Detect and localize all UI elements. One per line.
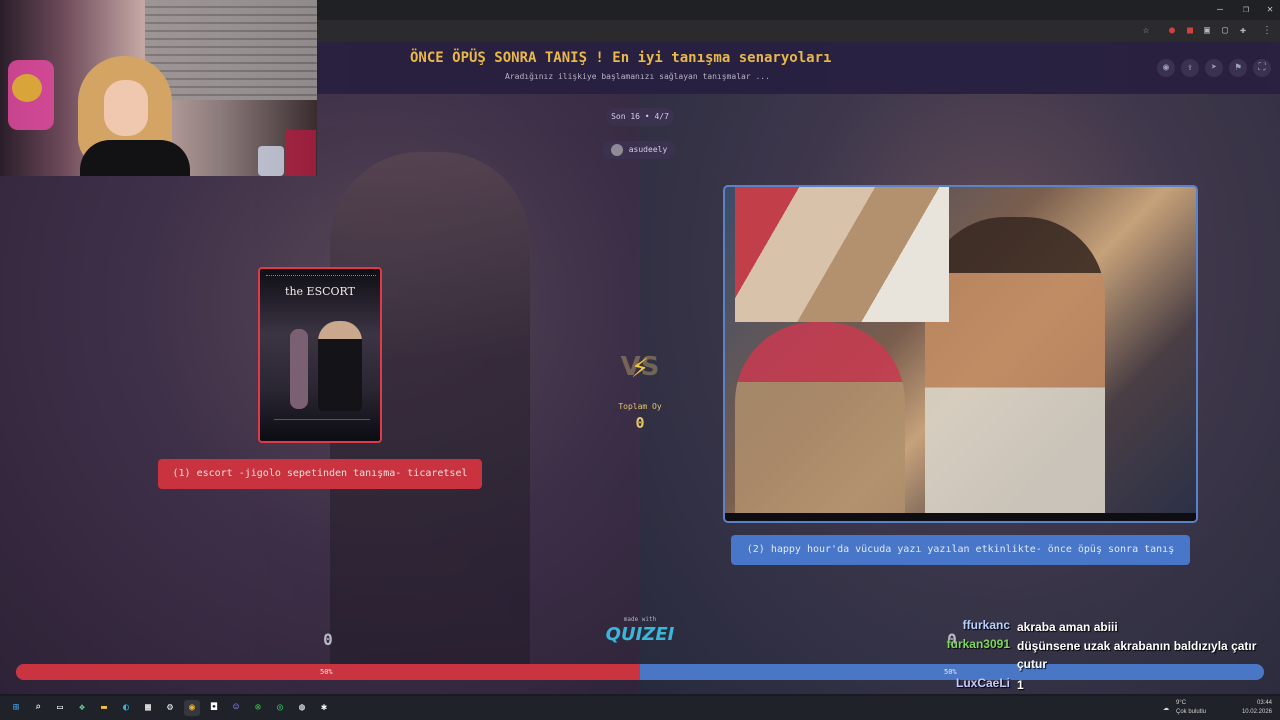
round-indicator: Son 16 • 4/7 <box>606 108 674 126</box>
chrome-icon[interactable]: ◉ <box>184 700 200 716</box>
discord-icon[interactable]: ☺ <box>228 700 244 716</box>
fullscreen-icon[interactable]: ⛶ <box>1253 59 1271 77</box>
extension-icon[interactable]: ■ <box>1183 24 1197 38</box>
maximize-icon[interactable]: ❐ <box>1240 4 1252 16</box>
vs-emblem: VS ⚡ <box>616 346 664 390</box>
video-inset <box>735 187 949 322</box>
video-bottom-bar <box>725 513 1196 521</box>
chat-text: düşünsene uzak akrabanın baldızıyla çatı… <box>1017 639 1257 671</box>
store-icon[interactable]: ▦ <box>140 700 156 716</box>
flag-icon[interactable]: ⚑ <box>1229 59 1247 77</box>
left-option-label[interactable]: (1) escort -jigolo sepetinden tanışma- t… <box>158 459 482 489</box>
send-icon[interactable]: ➤ <box>1205 59 1223 77</box>
page-subtitle: Aradığınız ilişkiye başlamanızı sağlayan… <box>505 72 770 81</box>
extension-icon[interactable]: ▢ <box>1218 24 1232 38</box>
weather-temperature[interactable]: 9°C <box>1176 700 1186 706</box>
share-icon[interactable]: ⇪ <box>1181 59 1199 77</box>
poster-title: the ESCORT <box>285 285 355 298</box>
file-explorer-icon[interactable]: ▬ <box>96 700 112 716</box>
left-option-image[interactable]: the ESCORT <box>258 267 382 443</box>
obs-icon[interactable]: ◍ <box>294 700 310 716</box>
xbox-icon[interactable]: ⊗ <box>250 700 266 716</box>
chat-text: akraba aman abiii <box>1017 620 1118 634</box>
page-title: ÖNCE ÖPÜŞ SONRA TANIŞ ! En iyi tanışma s… <box>410 50 832 66</box>
settings-icon[interactable]: ⚙ <box>162 700 178 716</box>
streamer-body <box>80 140 190 176</box>
windows-start-icon[interactable]: ⊞ <box>8 700 24 716</box>
minimize-icon[interactable]: — <box>1214 4 1226 16</box>
chat-username: LuxCaeLi <box>955 676 1010 690</box>
total-votes-label: Toplam Oy <box>618 402 662 411</box>
chat-message: ffurkanc akraba aman abiii <box>900 618 1280 636</box>
left-percent: 50% <box>320 668 333 676</box>
app-icon[interactable]: ✱ <box>316 700 332 716</box>
chat-text: 1 <box>1017 678 1024 692</box>
poster-caption <box>274 419 370 431</box>
camera-icon[interactable]: ◘ <box>206 700 222 716</box>
eye-icon[interactable]: ◉ <box>1157 59 1175 77</box>
widgets-icon[interactable]: ❖ <box>74 700 90 716</box>
avatar <box>610 143 623 156</box>
brand-logo[interactable]: QUIZEI <box>600 624 680 645</box>
poster-laurels <box>266 275 376 283</box>
extension-icon[interactable]: ▣ <box>1200 24 1214 38</box>
chat-username: furkan3091 <box>946 637 1010 651</box>
desk-light <box>258 146 284 176</box>
clock-date[interactable]: 10.02.2026 <box>1228 709 1272 715</box>
video-figure <box>925 217 1105 521</box>
poster-figure <box>318 321 362 411</box>
clock-time[interactable]: 03:44 <box>1238 700 1272 706</box>
poster-figure <box>290 329 308 409</box>
mascot-toy <box>12 74 42 102</box>
made-with-text: made with <box>623 616 657 623</box>
extension-icon[interactable]: ● <box>1165 24 1179 38</box>
streamer-face <box>104 80 148 136</box>
screen: — ❐ ✕ ☆ ● ■ ▣ ▢ ✚ ⋮ ÖNCE ÖPÜŞ SONRA TANI… <box>0 0 1280 720</box>
lightning-icon: ⚡ <box>630 350 650 385</box>
close-icon[interactable]: ✕ <box>1264 4 1276 16</box>
right-option-image[interactable] <box>723 185 1198 523</box>
cloud-icon: ☁ <box>1162 702 1170 713</box>
chat-message: LuxCaeLi 1 <box>900 676 1280 694</box>
username: asudeely <box>628 145 668 154</box>
bookmark-star-icon[interactable]: ☆ <box>1139 24 1153 38</box>
chat-username: ffurkanc <box>962 618 1010 632</box>
total-votes-value: 0 <box>635 414 645 432</box>
edge-icon[interactable]: ◐ <box>118 700 134 716</box>
user-badge[interactable]: asudeely <box>602 141 676 159</box>
windows-taskbar: ⊞ ⌕ ▭ ❖ ▬ ◐ ▦ ⚙ ◉ ◘ ☺ ⊗ ◎ ◍ ✱ ☁ <box>0 696 1280 720</box>
video-figure <box>735 322 905 521</box>
search-icon[interactable]: ⌕ <box>30 700 46 716</box>
right-option-label[interactable]: (2) happy hour'da vücuda yazı yazılan et… <box>731 535 1190 565</box>
puzzle-icon[interactable]: ✚ <box>1236 24 1250 38</box>
spotify-icon[interactable]: ◎ <box>272 700 288 716</box>
task-view-icon[interactable]: ▭ <box>52 700 68 716</box>
webcam-overlay <box>0 0 317 176</box>
window-blinds <box>145 0 317 100</box>
chat-message: furkan3091 düşünsene uzak akrabanın bald… <box>900 637 1280 671</box>
menu-dots-icon[interactable]: ⋮ <box>1260 24 1274 38</box>
desk-light <box>286 130 316 176</box>
weather-condition[interactable]: Çok bulutlu <box>1176 709 1206 715</box>
left-vote-count: 0 <box>323 630 333 649</box>
